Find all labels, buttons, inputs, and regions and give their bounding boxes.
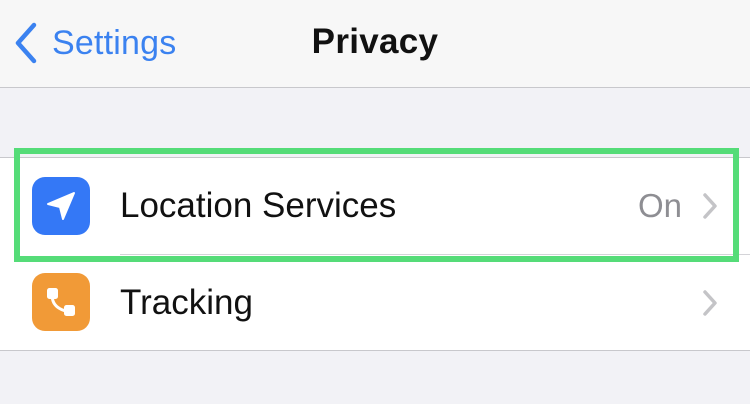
location-services-row-body: Location Services On <box>120 158 750 254</box>
location-arrow-icon <box>32 177 90 235</box>
privacy-settings-list: Location Services On Tracking <box>0 157 750 351</box>
location-services-row[interactable]: Location Services On <box>0 158 750 254</box>
tracking-row-body: Tracking <box>120 254 750 350</box>
tracking-label: Tracking <box>120 282 253 322</box>
chevron-right-icon <box>702 289 750 317</box>
tracking-icon <box>32 273 90 331</box>
location-services-value: On <box>637 187 682 224</box>
privacy-screen: Settings Privacy Location Services On Tr… <box>0 0 750 404</box>
page-title: Privacy <box>311 22 439 61</box>
tracking-row[interactable]: Tracking <box>0 254 750 350</box>
location-services-label: Location Services <box>120 186 397 225</box>
navigation-bar: Settings Privacy <box>0 0 750 88</box>
chevron-right-icon <box>702 192 750 220</box>
